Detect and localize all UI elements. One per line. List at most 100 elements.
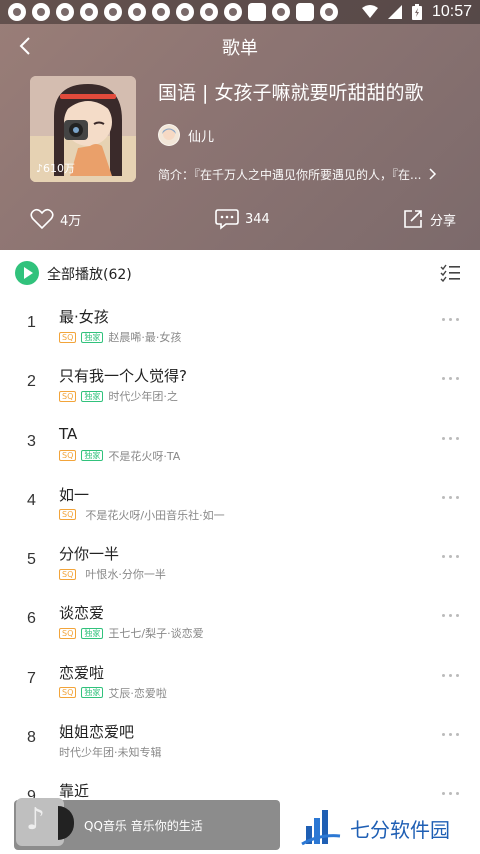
- page-title: 歌单: [222, 38, 258, 59]
- notification-app-icon: [152, 3, 170, 21]
- song-title: 如一: [59, 485, 90, 504]
- song-row[interactable]: 2 只有我一个人觉得? SQ 独家 时代少年团·之: [0, 355, 480, 414]
- song-artist-album: 艾辰·恋爱啦: [108, 686, 167, 700]
- song-title: 谈恋爱: [59, 604, 105, 623]
- more-icon[interactable]: [442, 555, 460, 561]
- multi-select-icon[interactable]: [440, 264, 460, 282]
- title-bar: 歌单: [0, 24, 480, 68]
- song-index: 5: [27, 551, 36, 569]
- play-all-icon[interactable]: [15, 261, 39, 285]
- song-meta: SQ 叶恨水·分你一半: [59, 566, 166, 582]
- play-all-label[interactable]: 全部播放(62): [47, 264, 132, 284]
- comment-icon: [215, 209, 239, 230]
- more-icon[interactable]: [442, 495, 460, 502]
- watermark: 七分软件园: [280, 800, 480, 854]
- watermark-text: 七分软件园: [350, 818, 450, 842]
- song-title: TA: [59, 424, 78, 443]
- creator-avatar[interactable]: [158, 124, 180, 146]
- notification-app-icon: [104, 3, 122, 21]
- mini-player-text: QQ音乐 音乐你的生活: [84, 819, 203, 833]
- song-title: 姐姐恋爱吧: [59, 723, 135, 742]
- song-index: 8: [27, 729, 36, 747]
- song-title: 分你一半: [59, 545, 120, 564]
- notification-app-icon: [128, 3, 146, 21]
- song-index: 1: [27, 314, 36, 331]
- notification-app-icon: [32, 3, 50, 21]
- chevron-right-icon[interactable]: [428, 166, 438, 182]
- song-meta: SQ 独家 赵晨唏·最·女孩: [59, 329, 181, 345]
- song-row[interactable]: 8 姐姐恋爱吧 时代少年团·未知专辑: [0, 711, 480, 770]
- wifi-icon: [361, 5, 378, 18]
- notification-app-icon: [200, 3, 218, 21]
- more-icon[interactable]: [442, 614, 460, 620]
- song-artist-album: 不是花火呀·TA: [108, 449, 181, 463]
- comment-count: 344: [245, 211, 270, 227]
- comment-button[interactable]: 344: [215, 208, 270, 230]
- exclusive-badge: 独家: [81, 450, 104, 462]
- song-artist-album: 赵晨唏·最·女孩: [108, 331, 182, 344]
- status-time: 10:57: [431, 3, 472, 20]
- mini-player-cover[interactable]: ♪: [16, 798, 64, 846]
- creator-name[interactable]: 仙儿: [188, 126, 214, 145]
- more-icon[interactable]: [442, 318, 460, 324]
- exclusive-badge: 独家: [81, 627, 104, 639]
- song-title: 最·女孩: [59, 308, 109, 326]
- exclusive-badge: 独家: [81, 390, 104, 402]
- share-button[interactable]: 分享: [402, 208, 456, 230]
- song-index: 2: [27, 373, 36, 391]
- creator[interactable]: 仙儿: [158, 124, 214, 146]
- song-meta: SQ 独家 时代少年团·之: [59, 388, 178, 404]
- more-icon[interactable]: [442, 792, 460, 798]
- playlist-header: 10:57 歌单 ♪610万 国语 | 女孩子嘛就要听甜甜的歌 仙儿 简介：『在…: [0, 0, 480, 250]
- play-all-bar: 全部播放(62): [0, 250, 480, 296]
- playlist-cover[interactable]: ♪610万: [30, 76, 136, 182]
- song-meta: SQ 独家 艾辰·恋爱啦: [59, 685, 167, 701]
- sq-badge: SQ: [59, 450, 77, 462]
- share-label: 分享: [430, 213, 457, 229]
- music-note-icon: ♪: [26, 802, 46, 837]
- sq-badge: SQ: [59, 331, 77, 343]
- notification-square-icon: [296, 3, 314, 21]
- song-title: 恋爱啦: [59, 663, 105, 682]
- more-icon[interactable]: [442, 673, 460, 680]
- battery-icon: [411, 4, 422, 20]
- exclusive-badge: 独家: [81, 687, 104, 699]
- song-list: 1 最·女孩 SQ 独家 赵晨唏·最·女孩 2 只有我一个人觉得? SQ 独家 …: [0, 296, 480, 830]
- notification-app-icon: [272, 3, 290, 21]
- notification-app-icon: [56, 3, 74, 21]
- watermark-logo-icon: [301, 810, 341, 846]
- like-button[interactable]: 4万: [30, 208, 81, 230]
- exclusive-badge: 独家: [81, 331, 104, 343]
- more-icon[interactable]: [442, 436, 460, 443]
- notification-icons: [8, 3, 338, 21]
- notification-app-icon: [80, 3, 98, 21]
- song-meta: SQ 独家 不是花火呀·TA: [59, 448, 180, 464]
- song-title: 只有我一个人觉得?: [59, 367, 187, 386]
- song-row[interactable]: 3 TA SQ 独家 不是花火呀·TA: [0, 415, 480, 474]
- more-icon[interactable]: [442, 377, 460, 383]
- sq-badge: SQ: [59, 627, 77, 639]
- song-index: 7: [27, 669, 36, 687]
- notification-app-icon: [176, 3, 194, 21]
- song-artist-album: 不是花火呀/小田音乐社·如一: [85, 508, 225, 522]
- song-row[interactable]: 7 恋爱啦 SQ 独家 艾辰·恋爱啦: [0, 652, 480, 711]
- playlist-intro[interactable]: 简介：『在千万人之中遇见你所要遇见的人，『在...: [158, 166, 448, 183]
- disc-icon: [58, 806, 74, 840]
- more-icon[interactable]: [442, 733, 460, 739]
- song-row[interactable]: 1 最·女孩 SQ 独家 赵晨唏·最·女孩: [0, 296, 480, 355]
- song-row[interactable]: 6 谈恋爱 SQ 独家 王七七/梨子·谈恋爱: [0, 592, 480, 651]
- signal-icon: [387, 5, 402, 19]
- play-count-value: 610万: [43, 162, 76, 175]
- song-artist-album: 王七七/梨子·谈恋爱: [108, 627, 204, 641]
- song-index: 3: [27, 432, 36, 450]
- sq-badge: SQ: [59, 687, 77, 699]
- song-meta: SQ 不是花火呀/小田音乐社·如一: [59, 507, 225, 523]
- song-row[interactable]: 4 如一 SQ 不是花火呀/小田音乐社·如一: [0, 474, 480, 533]
- song-row[interactable]: 5 分你一半 SQ 叶恨水·分你一半: [0, 533, 480, 592]
- play-count: ♪610万: [36, 162, 76, 175]
- song-meta: 时代少年团·未知专辑: [59, 744, 162, 760]
- status-bar: 10:57: [0, 0, 480, 24]
- mini-player[interactable]: ♪ QQ音乐 音乐你的生活: [14, 798, 280, 850]
- playlist-title: 国语 | 女孩子嘛就要听甜甜的歌: [158, 82, 424, 104]
- action-bar: 4万 344 分享: [0, 208, 480, 236]
